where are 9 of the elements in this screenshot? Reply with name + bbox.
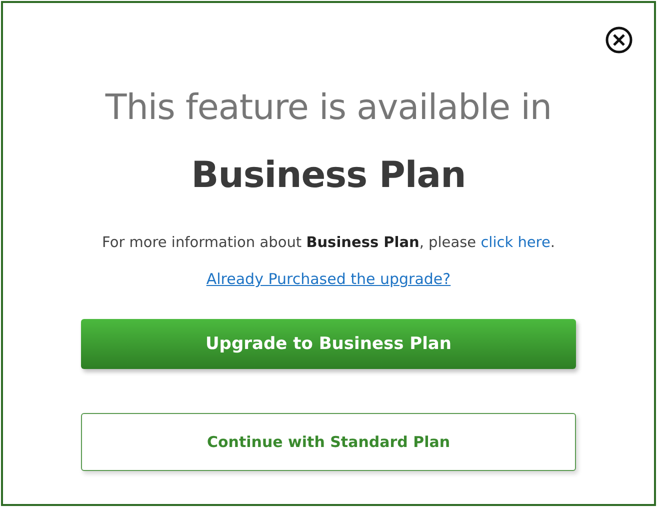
dialog-heading: This feature is available in <box>105 87 552 130</box>
close-icon <box>605 26 633 54</box>
info-text: For more information about Business Plan, please click here. <box>102 234 555 253</box>
continue-button[interactable]: Continue with Standard Plan <box>81 413 576 471</box>
click-here-link[interactable]: click here <box>480 235 550 251</box>
already-purchased-link[interactable]: Already Purchased the upgrade? <box>206 269 451 289</box>
plan-name: Business Plan <box>191 154 466 198</box>
upgrade-button[interactable]: Upgrade to Business Plan <box>81 319 576 369</box>
close-button[interactable] <box>604 25 634 55</box>
